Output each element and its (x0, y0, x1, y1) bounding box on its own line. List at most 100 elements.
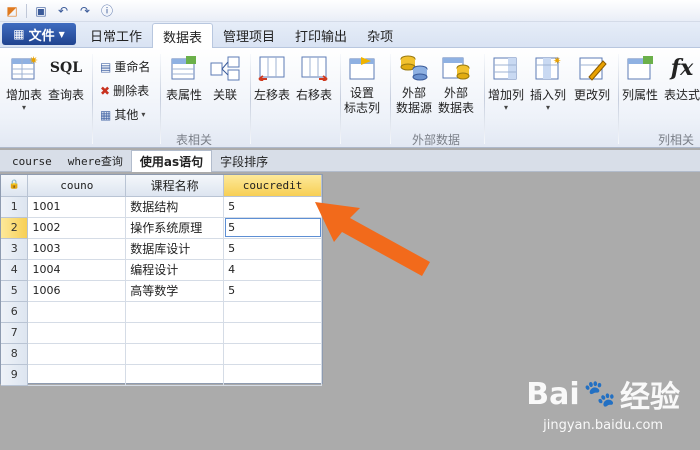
table-cell[interactable]: 编程设计 (125, 259, 225, 281)
table-cell[interactable] (125, 343, 225, 365)
table-cell[interactable] (125, 364, 225, 386)
table-properties-button[interactable]: 表属性 (166, 54, 202, 103)
redo-icon[interactable]: ↷ (77, 3, 93, 19)
table-cell[interactable] (27, 343, 127, 365)
change-column-label: 更改列 (574, 88, 611, 102)
table-properties-icon (169, 54, 199, 82)
relations-button[interactable]: 关联 (210, 54, 240, 103)
table-cell[interactable]: 5 (223, 280, 322, 302)
arrow-shape (315, 202, 430, 276)
table-cell[interactable] (27, 322, 127, 344)
external-source-label-1: 外部 (402, 86, 427, 100)
document-tab-bar: course where查询 使用as语句 字段排序 (0, 150, 700, 172)
table-row[interactable]: 8 (1, 343, 322, 365)
row-number[interactable]: 6 (1, 301, 29, 323)
table-row[interactable]: 3 1003 数据库设计 5 (1, 238, 322, 260)
help-icon[interactable]: ⓘ (99, 3, 115, 19)
column-header-couno[interactable]: couno (27, 175, 127, 197)
table-cell[interactable]: 1006 (27, 280, 127, 302)
tab-manage-project[interactable]: 管理项目 (213, 23, 285, 47)
table-row[interactable]: 1 1001 数据结构 5 (1, 196, 322, 218)
table-cell[interactable]: 1001 (27, 196, 127, 218)
query-table-button[interactable]: SQL 查询表 (48, 54, 84, 103)
row-number[interactable]: 4 (1, 259, 29, 281)
table-row[interactable]: 4 1004 编程设计 4 (1, 259, 322, 281)
chevron-down-icon: ▾ (546, 103, 551, 112)
row-number[interactable]: 7 (1, 322, 29, 344)
row-number[interactable]: 2 (1, 217, 29, 239)
file-menu-button[interactable]: ▦ 文件 ▼ (2, 23, 76, 45)
tab-data-table[interactable]: 数据表 (152, 23, 214, 48)
column-header-course-name[interactable]: 课程名称 (125, 175, 225, 197)
table-row[interactable]: 5 1006 高等数学 5 (1, 280, 322, 302)
change-column-button[interactable]: 更改列 (574, 54, 610, 103)
add-column-button[interactable]: 增加列 ▾ (488, 54, 524, 112)
undo-icon[interactable]: ↶ (55, 3, 71, 19)
insert-column-button[interactable]: ✷ 插入列 ▾ (530, 54, 566, 112)
move-right-icon (299, 54, 329, 82)
table-cell[interactable] (223, 322, 322, 344)
function-icon: fx (670, 55, 694, 81)
table-cell[interactable] (223, 364, 322, 386)
table-cell[interactable] (125, 301, 225, 323)
other-button[interactable]: ▦ 其他 ▾ (100, 106, 145, 123)
row-number[interactable]: 1 (1, 196, 29, 218)
table-cell[interactable] (125, 322, 225, 344)
set-flag-column-label-1: 设置 (350, 86, 375, 100)
save-icon[interactable]: ▣ (33, 3, 49, 19)
move-left-label: 左移表 (254, 88, 291, 102)
table-row[interactable]: 9 (1, 364, 322, 386)
annotation-arrow (315, 202, 430, 276)
app-icon[interactable]: ◩ (4, 3, 20, 19)
table-cell[interactable] (223, 301, 322, 323)
paw-icon: 🐾 (583, 379, 616, 409)
doc-tab-course[interactable]: course (4, 151, 60, 171)
watermark-logo-text: Bai (526, 376, 580, 412)
doc-tab-where-query[interactable]: where查询 (60, 151, 131, 171)
add-table-button[interactable]: ✷ 增加表 ▾ (6, 54, 42, 112)
table-row[interactable]: 6 (1, 301, 322, 323)
row-number[interactable]: 8 (1, 343, 29, 365)
expression-button[interactable]: fx 表达式 (664, 54, 700, 103)
table-row[interactable]: 7 (1, 322, 322, 344)
move-table-right-button[interactable]: 右移表 (296, 54, 332, 103)
table-cell[interactable]: 数据库设计 (125, 238, 225, 260)
flag-column-icon (347, 54, 377, 82)
row-number[interactable]: 5 (1, 280, 29, 302)
column-properties-icon (625, 54, 655, 82)
ribbon-tab-row: ▦ 文件 ▼ 日常工作 数据表 管理项目 打印输出 杂项 (0, 22, 700, 48)
delete-table-button[interactable]: ✖ 删除表 (100, 82, 149, 99)
svg-text:✷: ✷ (553, 56, 561, 67)
table-cell[interactable] (27, 301, 127, 323)
table-cell[interactable]: 数据结构 (125, 196, 225, 218)
doc-tab-field-sort[interactable]: 字段排序 (212, 151, 276, 171)
rename-label: 重命名 (114, 60, 151, 74)
table-cell[interactable]: 1003 (27, 238, 127, 260)
row-number[interactable]: 9 (1, 364, 29, 386)
set-flag-column-button[interactable]: 设置 标志列 (344, 54, 380, 116)
tab-print-output[interactable]: 打印输出 (285, 23, 357, 47)
external-data-source-button[interactable]: 外部 数据源 (396, 54, 432, 116)
external-data-table-button[interactable]: 外部 数据表 (438, 54, 474, 116)
table-cell[interactable]: 高等数学 (125, 280, 225, 302)
move-table-left-button[interactable]: 左移表 (254, 54, 290, 103)
column-properties-button[interactable]: 列属性 (622, 54, 658, 103)
table-cell[interactable] (223, 343, 322, 365)
table-row[interactable]: 2 1002 操作系统原理 5 (1, 217, 322, 239)
file-menu-label: 文件 (28, 28, 55, 44)
divider (250, 54, 251, 144)
edit-column-icon (577, 54, 607, 82)
doc-tab-as-statement[interactable]: 使用as语句 (130, 150, 213, 172)
expression-label: 表达式 (664, 88, 700, 102)
table-cell[interactable]: 1004 (27, 259, 127, 281)
table-cell[interactable] (27, 364, 127, 386)
table-cell[interactable]: 操作系统原理 (125, 217, 225, 239)
row-number[interactable]: 3 (1, 238, 29, 260)
tab-daily-work[interactable]: 日常工作 (80, 23, 152, 47)
tab-misc[interactable]: 杂项 (357, 23, 403, 47)
add-table-label: 增加表 (6, 88, 43, 102)
relations-icon (210, 54, 240, 82)
rename-button[interactable]: ▤ 重命名 (100, 58, 150, 75)
watermark-logo-text-2: 经验 (620, 380, 680, 415)
table-cell[interactable]: 1002 (27, 217, 127, 239)
